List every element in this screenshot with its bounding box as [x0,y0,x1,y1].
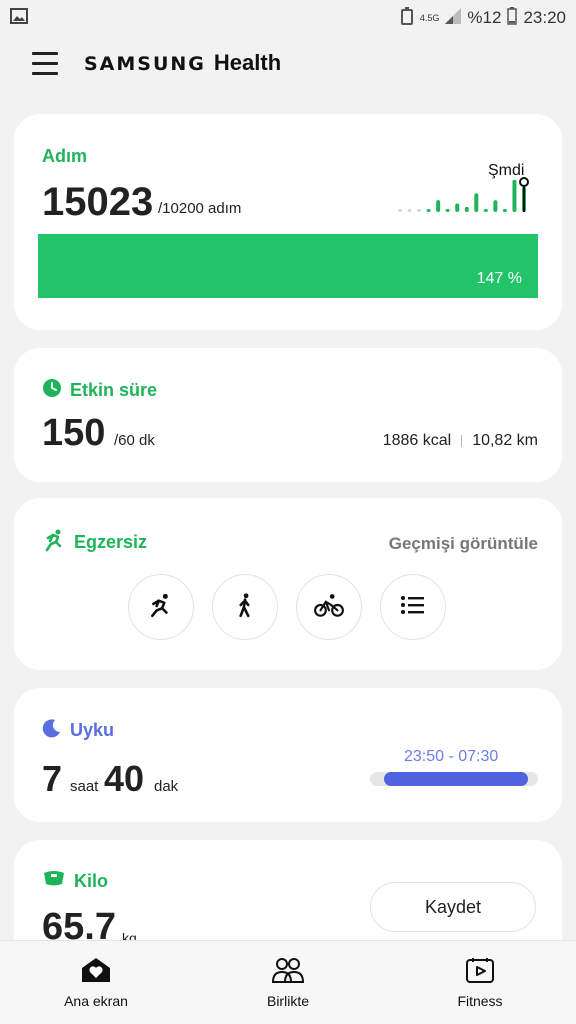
menu-icon[interactable] [32,52,58,76]
sparkline-bar [493,200,498,212]
now-marker-dot [519,177,529,187]
exercise-title: Egzersiz [74,532,148,552]
nav-together-label: Birlikte [266,993,309,1009]
battery-percent: %12 [467,8,502,27]
runner-icon [42,528,66,557]
clock: 23:20 [523,8,566,27]
fitness-play-icon [465,956,495,987]
nav-together[interactable]: Birlikte [192,941,384,1024]
running-icon [148,592,174,623]
steps-goal: /10200 adım [158,200,242,217]
sleep-hours: 7 [42,758,63,799]
sparkline-bar [502,209,507,212]
weight-header: Kilo [42,870,108,893]
sparkline-bar [445,209,450,212]
active-time-value: 150 [42,412,106,454]
people-icon [271,956,305,987]
moon-icon [42,718,62,743]
sleep-title: Uyku [70,720,115,740]
sparkline-bar [436,200,441,212]
sparkline-bar [455,203,460,212]
sparkline-bar [483,209,488,212]
distance-value: 10,82 km [472,432,538,449]
active-time-meta: 1886 kcal 10,82 km [383,432,538,450]
clock-icon [42,378,62,403]
brand-name: SAMSUNG [84,53,206,75]
sleep-header: Uyku [42,718,114,743]
walking-button[interactable] [212,574,278,640]
exercise-header: Egzersiz [42,528,147,557]
sleep-card[interactable]: Uyku 7 saat 40 dak 23:50 - 07:30 [14,688,562,822]
data-saver-icon [400,6,414,30]
nav-home[interactable]: Ana ekran [0,941,192,1024]
sleep-hours-unit: saat [70,778,99,795]
steps-sparkline [398,177,529,212]
active-time-title: Etkin süre [70,380,158,400]
scale-icon [42,870,66,893]
sparkline-bar [474,193,479,212]
active-time-goal: /60 dk [114,432,155,449]
sleep-timeline-fill [384,772,528,786]
exercise-card: Egzersiz Geçmişi görüntüle [14,498,562,670]
nav-fitness[interactable]: Fitness [384,941,576,1024]
exercise-shortcuts [128,574,446,640]
app-title: SAMSUNG Health [84,50,281,76]
sleep-minutes-unit: dak [154,778,179,795]
sparkline-bar [512,179,517,212]
battery-icon [507,6,518,30]
sparkline-bar [398,209,402,212]
status-bar: 4.5G %12 23:20 [0,0,576,36]
steps-value: 15023 [42,180,154,224]
save-weight-button[interactable]: Kaydet [370,882,536,932]
steps-progress-bar: 147 % [38,234,538,298]
active-time-card[interactable]: Etkin süre 150 /60 dk 1886 kcal 10,82 km [14,348,562,482]
steps-percent: 147 % [476,270,522,287]
bottom-navigation: Ana ekran Birlikte Fitness [0,940,576,1024]
home-heart-icon [80,956,112,987]
calories-value: 1886 kcal [382,432,452,449]
network-type: 4.5G [419,12,440,23]
signal-icon [445,7,462,29]
cycling-button[interactable] [296,574,362,640]
walking-icon [232,592,258,623]
running-button[interactable] [128,574,194,640]
sparkline-bar [426,209,431,212]
active-time-header: Etkin süre [42,378,157,403]
steps-card[interactable]: Adım 15023 /10200 adım Şmdi 147 % [14,114,562,330]
app-name: Health [213,50,282,75]
view-history-link[interactable]: Geçmişi görüntüle [389,534,538,554]
sparkline-bar [407,209,412,212]
sleep-timeline [370,772,538,786]
cycling-icon [313,592,345,623]
sleep-range: 23:50 - 07:30 [404,748,499,765]
list-icon [400,594,426,621]
gallery-notification-icon [10,7,28,29]
nav-fitness-label: Fitness [457,993,503,1009]
sparkline-bar [417,209,422,212]
steps-title: Adım [42,146,87,166]
nav-home-label: Ana ekran [64,993,128,1009]
divider [461,435,463,447]
sparkline-bar [464,206,469,212]
weight-title: Kilo [74,871,108,891]
app-bar: SAMSUNG Health [0,36,576,100]
sleep-minutes: 40 [104,758,145,799]
more-exercises-button[interactable] [380,574,446,640]
